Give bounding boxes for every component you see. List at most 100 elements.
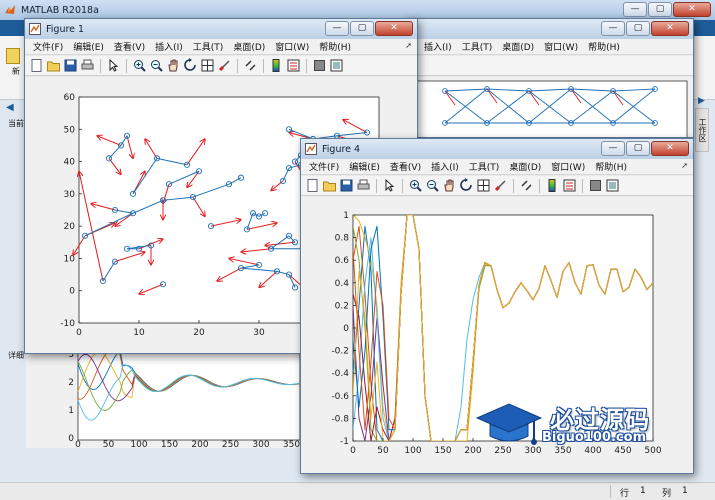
back-close-button[interactable]: ✕ (651, 21, 689, 36)
hide-plot-tools-icon[interactable] (588, 178, 603, 193)
fig1-y-tick-label: 60 (64, 93, 76, 103)
back-menu-tools[interactable]: 工具(T) (457, 40, 498, 53)
print-icon[interactable] (80, 58, 95, 73)
main-window-controls: — ▢ ✕ (623, 2, 711, 17)
fig1-menu-insert[interactable]: 插入(I) (150, 40, 188, 53)
figure-1-title: Figure 1 (46, 23, 85, 35)
back-maximize-button[interactable]: ▢ (626, 21, 650, 36)
fig1-menu-help[interactable]: 帮助(H) (314, 40, 356, 53)
fig4-minimize-button[interactable]: — (601, 141, 625, 156)
fig4-y-tick-label: 1 (343, 211, 349, 221)
background-line-plot: 32100 50 100 150 200 250 300 350 (68, 340, 301, 448)
figure-window-icon (305, 143, 317, 155)
fig4-y-tick-label: 0.8 (335, 234, 350, 244)
fig4-x-tick-label: 100 (404, 446, 421, 456)
fig1-x-tick-label: 0 (76, 328, 82, 338)
colorbar-icon[interactable] (269, 58, 284, 73)
rotate-icon[interactable] (183, 58, 198, 73)
left-strip-current: 当前 (8, 119, 24, 128)
zoom-in-icon[interactable] (132, 58, 147, 73)
fig1-menu-tools[interactable]: 工具(T) (188, 40, 229, 53)
fig1-menu-desktop[interactable]: 桌面(D) (228, 40, 270, 53)
toolbar-separator (513, 178, 514, 193)
fig4-y-tick-label: -0.8 (331, 414, 349, 424)
print-icon[interactable] (356, 178, 371, 193)
pan-hand-icon[interactable] (442, 178, 457, 193)
fig1-menu-window[interactable]: 窗口(W) (270, 40, 314, 53)
open-file-icon[interactable] (322, 178, 337, 193)
fig1-menu-view[interactable]: 查看(V) (109, 40, 150, 53)
legend-icon[interactable] (286, 58, 301, 73)
hide-plot-tools-icon[interactable] (312, 58, 327, 73)
back-figure-mesh (416, 80, 688, 137)
fig1-minimize-button[interactable]: — (325, 21, 349, 36)
save-icon[interactable] (63, 58, 78, 73)
new-file-icon[interactable] (305, 178, 320, 193)
rotate-icon[interactable] (459, 178, 474, 193)
collapse-arrow-icon[interactable]: ▶ (698, 96, 705, 106)
fig1-menu-edit[interactable]: 编辑(E) (68, 40, 109, 53)
workspace-side-tab[interactable]: 工作区 (695, 108, 709, 152)
show-plot-tools-icon[interactable] (605, 178, 620, 193)
left-strip-detail: 详细 (8, 351, 24, 360)
main-close-button[interactable]: ✕ (673, 2, 711, 17)
figure-1-window-controls: — ▢ ✕ (325, 21, 413, 36)
fig4-y-tick-label: -1 (340, 437, 349, 447)
fig4-menu-edit[interactable]: 编辑(E) (344, 160, 385, 173)
legend-icon[interactable] (562, 178, 577, 193)
back-menu-bar: 插入(I) 工具(T) 桌面(D) 窗口(W) 帮助(H) (405, 39, 693, 55)
fig4-maximize-button[interactable]: ▢ (626, 141, 650, 156)
fig4-close-button[interactable]: ✕ (651, 141, 689, 156)
matlab-title-bar: MATLAB R2018a (0, 0, 715, 20)
brush-icon[interactable] (217, 58, 232, 73)
save-icon[interactable] (339, 178, 354, 193)
toolbar-separator (126, 58, 127, 73)
colorbar-icon[interactable] (545, 178, 560, 193)
main-maximize-button[interactable]: ▢ (648, 2, 672, 17)
data-cursor-icon[interactable] (476, 178, 491, 193)
back-menu-window[interactable]: 窗口(W) (539, 40, 583, 53)
graduation-cap-logo-icon (475, 403, 543, 445)
fig1-maximize-button[interactable]: ▢ (350, 21, 374, 36)
data-cursor-icon[interactable] (200, 58, 215, 73)
zoom-in-icon[interactable] (408, 178, 423, 193)
fig4-menu-view[interactable]: 查看(V) (385, 160, 426, 173)
figure-4-menu-bar: 文件(F) 编辑(E) 查看(V) 插入(I) 工具(T) 桌面(D) 窗口(W… (301, 159, 693, 175)
dock-figure-icon[interactable]: ➚ (405, 41, 412, 50)
fig4-menu-tools[interactable]: 工具(T) (464, 160, 505, 173)
pointer-icon[interactable] (106, 58, 121, 73)
zoom-out-icon[interactable] (149, 58, 164, 73)
fig4-menu-desktop[interactable]: 桌面(D) (504, 160, 546, 173)
new-file-icon[interactable] (29, 58, 44, 73)
pointer-icon[interactable] (382, 178, 397, 193)
zoom-out-icon[interactable] (425, 178, 440, 193)
new-script-icon[interactable] (6, 48, 20, 64)
fig4-menu-help[interactable]: 帮助(H) (590, 160, 632, 173)
bg-x-tick-label: 200 (191, 440, 208, 448)
nav-back-icon[interactable]: ◀ (6, 102, 14, 113)
fig4-menu-file[interactable]: 文件(F) (304, 160, 344, 173)
fig4-y-tick-label: 0 (343, 324, 349, 334)
link-icon[interactable] (243, 58, 258, 73)
back-menu-desktop[interactable]: 桌面(D) (497, 40, 539, 53)
fig4-menu-insert[interactable]: 插入(I) (426, 160, 464, 173)
back-menu-help[interactable]: 帮助(H) (583, 40, 625, 53)
fig1-close-button[interactable]: ✕ (375, 21, 413, 36)
brush-icon[interactable] (493, 178, 508, 193)
status-col-value: 1 (682, 486, 688, 496)
dock-figure-icon[interactable]: ➚ (681, 161, 688, 170)
open-file-icon[interactable] (46, 58, 61, 73)
fig4-menu-window[interactable]: 窗口(W) (546, 160, 590, 173)
back-minimize-button[interactable]: — (601, 21, 625, 36)
show-plot-tools-icon[interactable] (329, 58, 344, 73)
fig1-menu-file[interactable]: 文件(F) (28, 40, 68, 53)
link-icon[interactable] (519, 178, 534, 193)
watermark: 必过源码 Biguo100.com (470, 396, 670, 458)
toolbar-separator (100, 58, 101, 73)
back-figure-canvas (405, 77, 693, 137)
fig1-y-tick-label: 20 (64, 222, 76, 232)
back-menu-insert[interactable]: 插入(I) (419, 40, 457, 53)
main-minimize-button[interactable]: — (623, 2, 647, 17)
status-row-label: 行 (620, 489, 630, 499)
pan-hand-icon[interactable] (166, 58, 181, 73)
